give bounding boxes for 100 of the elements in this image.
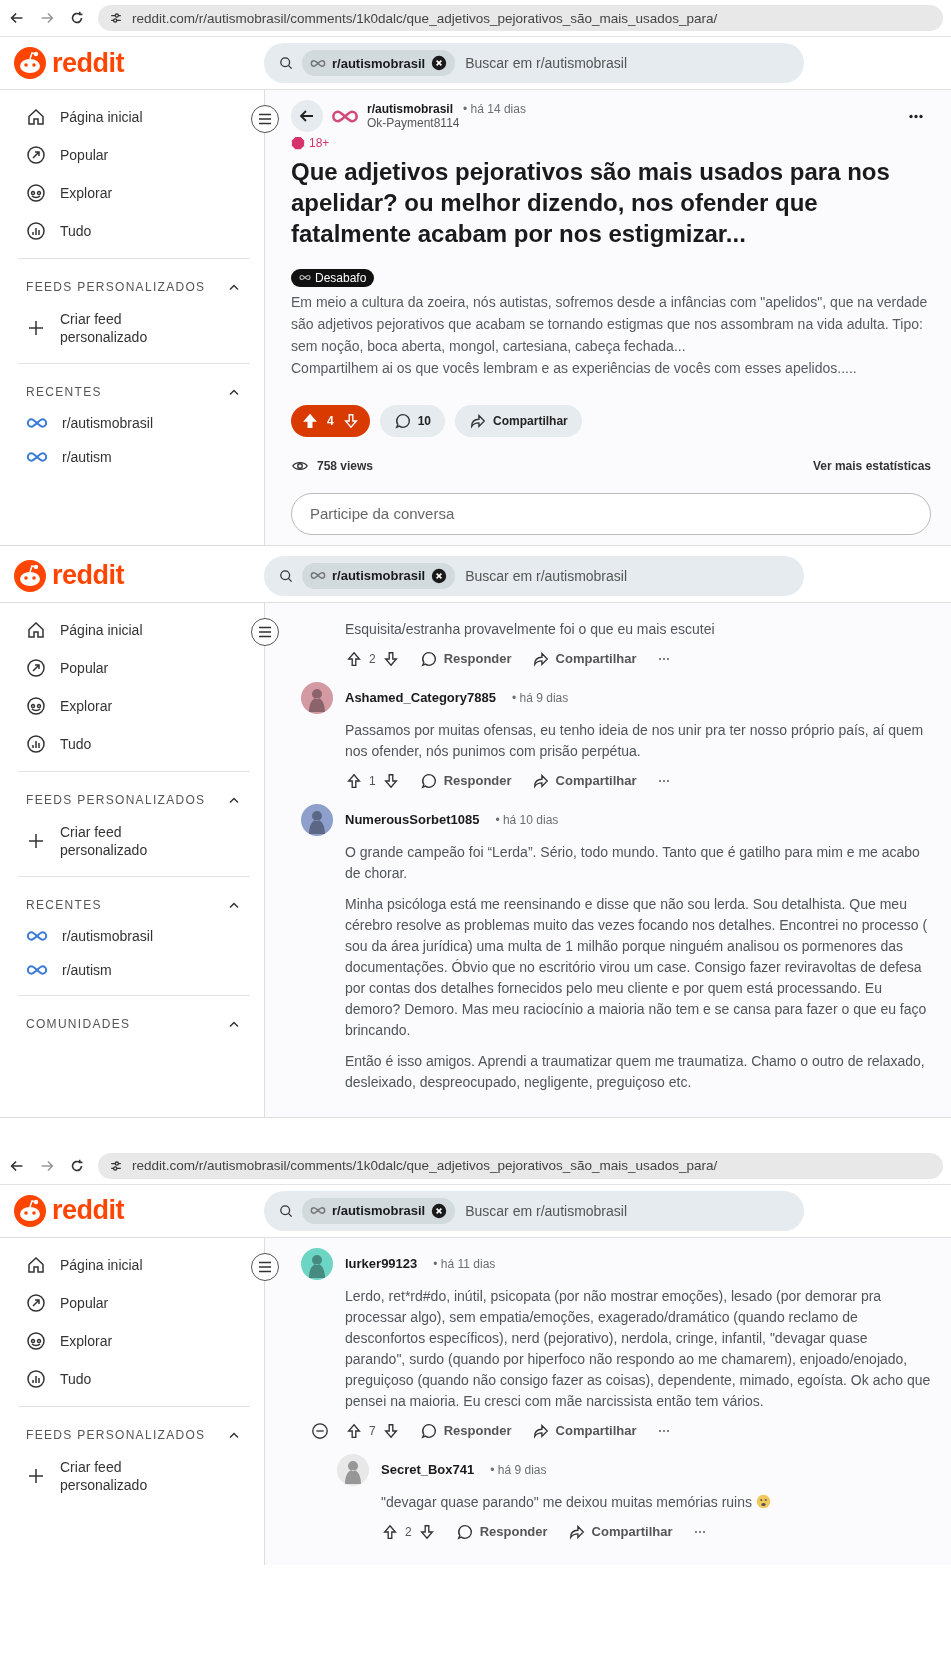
section-title: FEEDS PERSONALIZADOS [26, 1427, 206, 1442]
popular-icon [26, 657, 46, 678]
share-icon [531, 1421, 550, 1440]
nav-item[interactable]: Popular [18, 136, 250, 174]
reply-button[interactable]: Responder [419, 649, 512, 668]
nav-item[interactable]: Popular [18, 648, 250, 687]
sidebar-item[interactable]: Criar feed personalizado [18, 1448, 250, 1503]
home-icon [26, 619, 46, 640]
comment-author[interactable]: NumerousSorbet1085 [345, 812, 480, 827]
nav-item[interactable]: Explorar [18, 1321, 250, 1360]
infinity-icon [299, 274, 311, 281]
subreddit-chip[interactable]: r/autismobrasil [302, 1197, 456, 1224]
reddit-logo-icon[interactable] [14, 559, 46, 592]
comment-icon [419, 771, 438, 790]
search-icon [278, 55, 294, 71]
downvote-icon[interactable] [417, 1522, 436, 1541]
upvote-icon[interactable] [345, 1421, 363, 1440]
address-field[interactable]: reddit.com/r/autismobrasil/comments/1k0dalc/que_adjetivos_pejorativos_são_mais_usados_para/ [98, 1152, 943, 1179]
nav-item[interactable]: Popular [18, 1283, 250, 1322]
nav-item[interactable]: Tudo [18, 212, 250, 250]
remove-icon[interactable] [431, 55, 448, 71]
more-options-icon[interactable] [907, 113, 925, 119]
avatar-icon[interactable] [301, 1247, 333, 1280]
sidebar-item[interactable]: r/autism [18, 440, 250, 474]
popular-icon [26, 1292, 46, 1313]
reply-button[interactable]: Responder [419, 1421, 512, 1440]
nav-item[interactable]: Página inicial [18, 1245, 250, 1284]
stats-link[interactable]: Ver mais estatísticas [812, 458, 931, 473]
menu-icon[interactable] [250, 616, 280, 647]
infinity-icon [310, 58, 326, 68]
upvote-icon[interactable] [381, 1522, 399, 1541]
sidebar-item[interactable]: Criar feed personalizado [18, 301, 250, 355]
collapse-icon[interactable] [311, 1421, 329, 1440]
section-title: RECENTES [26, 897, 102, 912]
share-button[interactable]: Compartilhar [531, 1421, 637, 1440]
remove-icon[interactable] [431, 1202, 448, 1219]
avatar-icon[interactable] [337, 1453, 369, 1486]
vote-count: 7 [369, 1423, 376, 1438]
menu-icon[interactable] [250, 104, 280, 134]
comment-time: • há 11 dias [433, 1256, 496, 1271]
upvote-icon[interactable] [345, 771, 363, 790]
share-icon [531, 649, 550, 668]
search-field[interactable]: r/autismobrasil Buscar em r/autismobrasil [264, 43, 804, 83]
subreddit-link[interactable]: r/autismobrasil [367, 102, 454, 116]
share-button[interactable]: Compartilhar [455, 404, 582, 437]
search-field[interactable]: r/autismobrasil Buscar em r/autismobrasil [264, 555, 804, 596]
comment-time: • há 9 dias [512, 690, 569, 705]
reply-button[interactable]: Responder [455, 1522, 548, 1541]
view-count: 758 views [317, 458, 374, 473]
vote-count: 2 [405, 1524, 412, 1539]
avatar-icon[interactable] [301, 803, 333, 836]
nav-item[interactable]: Página inicial [18, 98, 250, 136]
reddit-logo-icon[interactable] [14, 47, 46, 79]
avatar-icon[interactable] [301, 681, 333, 714]
search-field[interactable]: r/autismobrasil Buscar em r/autismobrasil [264, 1190, 804, 1231]
subreddit-chip[interactable]: r/autismobrasil [302, 562, 456, 589]
sidebar-item[interactable]: r/autismobrasil [18, 406, 250, 440]
nsfw-label: 18+ [309, 136, 330, 150]
site-settings-icon[interactable] [108, 10, 124, 26]
sidebar-item[interactable]: r/autism [18, 952, 250, 987]
sidebar-item[interactable]: Criar feed personalizado [18, 813, 250, 868]
nav-item[interactable]: Tudo [18, 724, 250, 763]
share-icon [531, 771, 550, 790]
share-button[interactable]: Compartilhar [567, 1522, 673, 1541]
infinity-icon [26, 963, 48, 976]
reply-button[interactable]: Responder [419, 771, 512, 790]
address-field[interactable]: reddit.com/r/autismobrasil/comments/1k0dalc/que_adjetivos_pejorativos_são_mais_usados_para/ [98, 5, 943, 31]
nav-item[interactable]: Tudo [18, 1359, 250, 1398]
flair-tag[interactable]: Desabafo [291, 268, 375, 287]
plus-icon [26, 318, 46, 338]
downvote-icon[interactable] [381, 649, 400, 668]
comment-text: Então é isso amigos. Aprendi a traumatizar quem me traumatiza. Chamo o outro de relaxado, desleixado, despreocupado, negligente, preguiçoso etc. [345, 1051, 926, 1092]
section-title: FEEDS PERSONALIZADOS [26, 792, 206, 807]
back-icon[interactable] [291, 100, 323, 132]
nav-item[interactable]: Explorar [18, 174, 250, 212]
nav-item[interactable]: Página inicial [18, 610, 250, 649]
comment-author[interactable]: Secret_Box741 [381, 1462, 475, 1477]
subreddit-chip[interactable]: r/autismobrasil [302, 50, 456, 76]
author-name[interactable]: Ok-Payment8114 [367, 116, 899, 130]
comment-time: • há 10 dias [495, 812, 559, 827]
home-icon [26, 107, 46, 127]
sidebar-item[interactable]: r/autismobrasil [18, 918, 250, 953]
vote-count: 2 [369, 651, 376, 666]
nav-item[interactable]: Explorar [18, 686, 250, 725]
post-text: Em meio a cultura da zoeira, nós autistas, sofremos desde a infâncias com "apelidos", que na verdade são adjetivos pejorativos que acabam se tornando estigmas que nos assombram na vida adulta. Tipo: sem noção, boca aberta, mongol, cartesiana, cabeça fechada... [291, 292, 929, 356]
share-button[interactable]: Compartilhar [531, 649, 637, 668]
reddit-logo-icon[interactable] [14, 1194, 46, 1227]
upvote-icon[interactable] [345, 649, 363, 668]
infinity-icon [310, 571, 326, 580]
comment-time: • há 9 dias [490, 1462, 547, 1477]
comment-author[interactable]: Ashamed_Category7885 [345, 690, 497, 705]
comments-button[interactable]: 10 [379, 404, 446, 437]
comment-input[interactable]: Participe da conversa [291, 492, 931, 535]
share-button[interactable]: Compartilhar [531, 771, 637, 790]
comment-author[interactable]: lurker99123 [345, 1256, 418, 1271]
downvote-icon[interactable] [381, 771, 400, 790]
remove-icon[interactable] [431, 567, 448, 584]
section-title: FEEDS PERSONALIZADOS [26, 280, 206, 294]
downvote-icon[interactable] [381, 1421, 400, 1440]
menu-icon[interactable] [250, 1251, 280, 1282]
